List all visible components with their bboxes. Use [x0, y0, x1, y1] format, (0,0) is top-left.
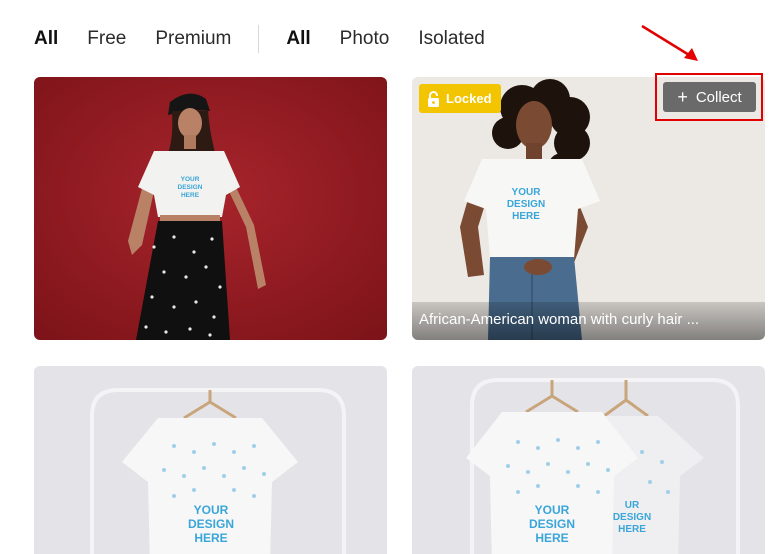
mockup-image: YOUR DESIGN HERE UR DESIGN HERE — [412, 366, 765, 554]
filter-isolated[interactable]: Isolated — [418, 26, 485, 52]
filter-free[interactable]: Free — [87, 26, 126, 52]
filter-all-type[interactable]: All — [286, 26, 310, 52]
print-line: YOUR — [181, 176, 200, 183]
print-line: YOUR — [512, 187, 542, 198]
print-line: DESIGN — [507, 199, 545, 210]
print-line: HERE — [194, 531, 227, 545]
mockup-card[interactable]: YOUR DESIGN HERE UR DESIGN HERE — [412, 366, 765, 554]
arrow-annotation — [641, 24, 698, 61]
locked-label: Locked — [446, 91, 492, 106]
filter-photo[interactable]: Photo — [340, 26, 390, 52]
lock-icon — [428, 90, 439, 107]
print-line: DESIGN — [188, 517, 234, 531]
print-line: HERE — [618, 524, 646, 535]
filter-bar: All Free Premium All Photo Isolated — [34, 25, 514, 53]
print-line: UR — [625, 500, 640, 511]
print-line: HERE — [181, 192, 200, 199]
mockup-image: YOUR DESIGN HERE — [34, 366, 387, 554]
mockup-image: YOUR DESIGN HERE — [34, 77, 387, 340]
filter-divider — [258, 25, 260, 53]
print-line: DESIGN — [613, 512, 651, 523]
highlight-box — [655, 73, 763, 121]
print-line: DESIGN — [529, 517, 575, 531]
filter-all-license[interactable]: All — [34, 26, 58, 52]
print-line: DESIGN — [178, 184, 203, 191]
print-line: YOUR — [535, 503, 570, 517]
print-line: HERE — [512, 211, 540, 222]
mockup-card[interactable]: YOUR DESIGN HERE — [34, 366, 387, 554]
filter-premium[interactable]: Premium — [155, 26, 231, 52]
locked-badge: Locked — [419, 84, 501, 113]
card-caption: African-American woman with curly hair .… — [412, 302, 765, 340]
print-line: YOUR — [194, 503, 229, 517]
mockup-card[interactable]: YOUR DESIGN HERE — [34, 77, 387, 340]
print-line: HERE — [535, 531, 568, 545]
